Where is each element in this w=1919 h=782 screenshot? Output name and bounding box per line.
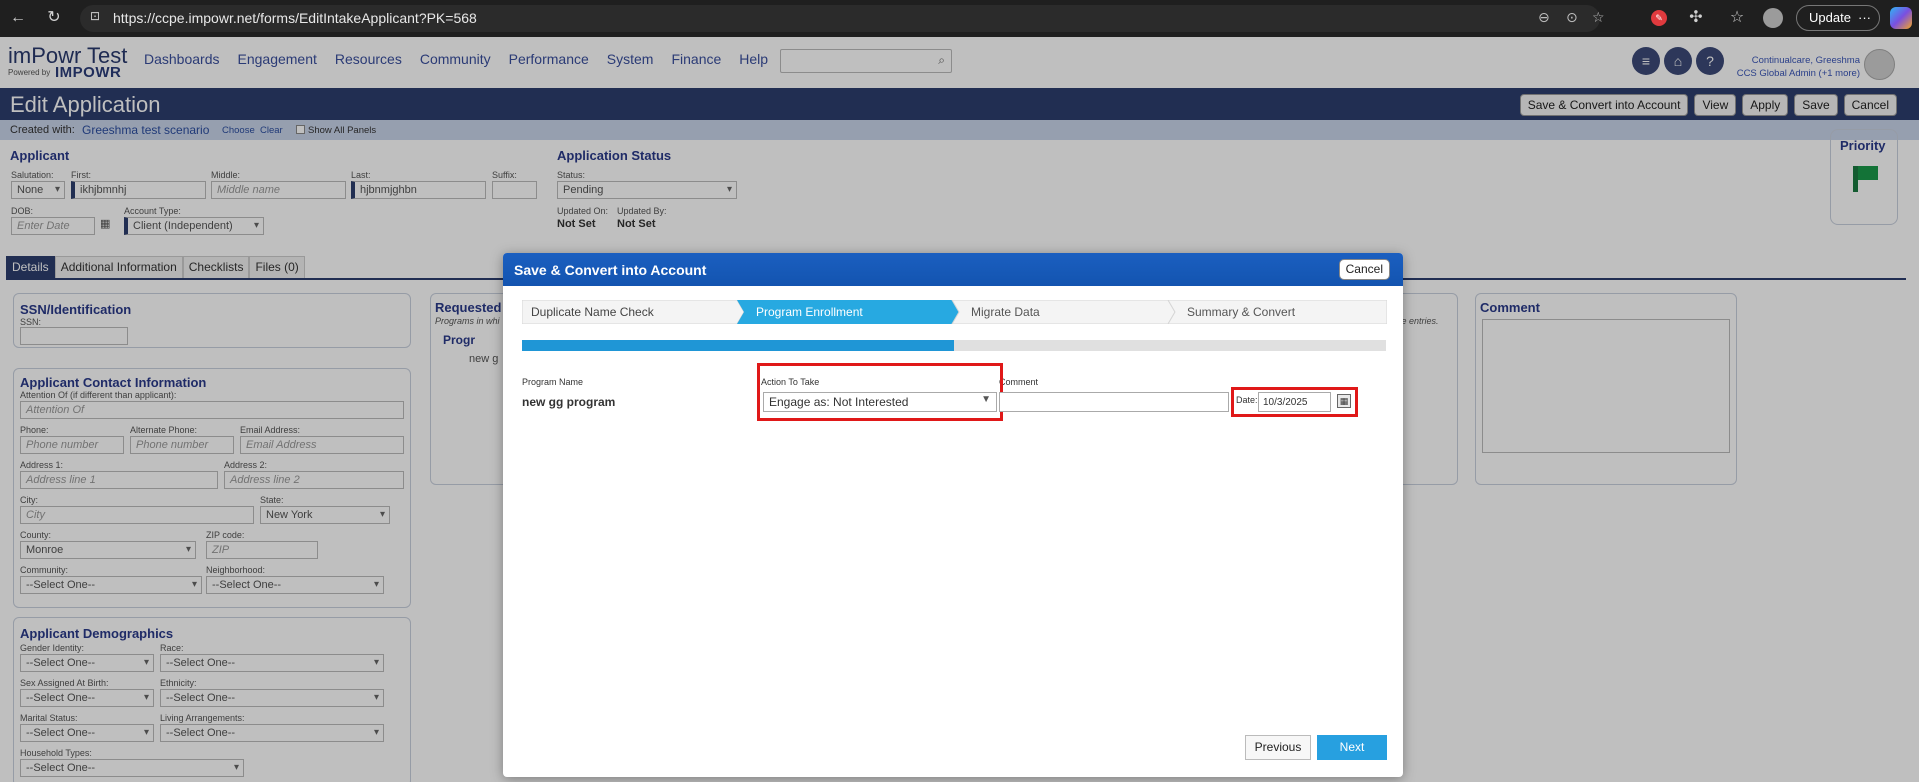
- reload-icon[interactable]: ↻: [44, 8, 64, 28]
- wizard-progress-bar: [522, 340, 1386, 351]
- program-name-value: new gg program: [522, 395, 616, 409]
- extensions-puzzle-icon[interactable]: ✣: [1686, 8, 1706, 28]
- modal-header: Save & Convert into Account Cancel: [503, 253, 1403, 286]
- read-aloud-icon[interactable]: ⊙: [1566, 9, 1578, 26]
- action-to-take-value: Engage as: Not Interested: [769, 395, 909, 409]
- step-label-3: Migrate Data: [971, 305, 1040, 319]
- step-label-4: Summary & Convert: [1187, 305, 1296, 319]
- step-migrate-data[interactable]: Migrate Data: [959, 300, 1164, 324]
- chevron-down-icon: ▼: [981, 394, 991, 405]
- program-name-header: Program Name: [522, 377, 584, 387]
- previous-button[interactable]: Previous: [1245, 735, 1311, 760]
- favorites-icon[interactable]: ☆: [1727, 8, 1747, 28]
- copilot-icon[interactable]: [1890, 7, 1912, 29]
- browser-toolbar: ← ↻ ⊡ https://ccpe.impowr.net/forms/Edit…: [0, 0, 1919, 37]
- step-summary-convert[interactable]: Summary & Convert: [1175, 300, 1385, 324]
- modal-title: Save & Convert into Account: [514, 262, 707, 278]
- zoom-icon[interactable]: ⊖: [1538, 9, 1550, 26]
- url-text: https://ccpe.impowr.net/forms/EditIntake…: [113, 10, 477, 26]
- enrollment-comment-input[interactable]: [999, 392, 1229, 412]
- comment-header: Comment: [999, 377, 1039, 387]
- favorite-star-icon[interactable]: ☆: [1592, 9, 1605, 26]
- update-button[interactable]: Update ···: [1796, 5, 1880, 31]
- modal-cancel-button[interactable]: Cancel: [1338, 259, 1390, 280]
- step-program-enrollment[interactable]: Program Enrollment: [744, 300, 949, 324]
- wizard-progress-fill: [522, 340, 954, 351]
- more-menu-icon[interactable]: ···: [1858, 6, 1871, 30]
- next-button[interactable]: Next: [1317, 735, 1387, 760]
- action-to-take-select[interactable]: Engage as: Not Interested ▼: [763, 392, 997, 412]
- back-icon[interactable]: ←: [8, 8, 28, 28]
- wizard-steps: Duplicate Name Check Program Enrollment …: [522, 300, 1387, 324]
- date-input[interactable]: 10/3/2025: [1258, 392, 1331, 412]
- step-label-1: Duplicate Name Check: [531, 305, 654, 319]
- address-bar[interactable]: ⊡ https://ccpe.impowr.net/forms/EditInta…: [80, 5, 1605, 32]
- browser-profile-avatar[interactable]: [1763, 8, 1783, 28]
- extension-icon[interactable]: ✎: [1651, 10, 1667, 26]
- site-info-icon[interactable]: ⊡: [90, 9, 100, 23]
- calendar-icon[interactable]: ▦: [1337, 394, 1351, 408]
- date-label: Date:: [1236, 395, 1258, 405]
- save-convert-modal: Save & Convert into Account Cancel Dupli…: [503, 253, 1403, 777]
- update-label: Update: [1809, 10, 1851, 25]
- step-duplicate-name-check[interactable]: Duplicate Name Check: [522, 300, 732, 324]
- step-label-2: Program Enrollment: [756, 305, 863, 319]
